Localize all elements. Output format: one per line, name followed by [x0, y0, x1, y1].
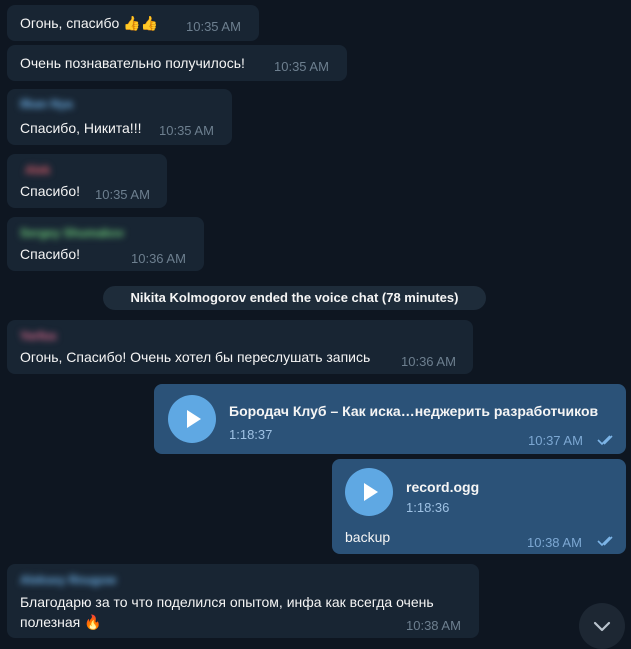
audio-caption: backup: [345, 529, 391, 545]
sender-name[interactable]: Yerfox: [20, 329, 57, 343]
audio-title: Бородач Клуб – Как иска…неджерить разраб…: [229, 403, 599, 419]
service-message: Nikita Kolmogorov ended the voice chat (…: [103, 286, 486, 310]
play-icon: [364, 483, 378, 501]
double-check-icon: [597, 536, 613, 547]
message-text: Спасибо!: [20, 183, 80, 199]
message-bubble[interactable]: Ilkan Nya Спасибо, Никита!!! 10:35 AM: [7, 89, 232, 145]
message-bubble[interactable]: Yerfox Огонь, Спасибо! Очень хотел бы пе…: [7, 320, 473, 374]
message-time: 10:38 AM: [527, 535, 582, 550]
message-text: Огонь, спасибо 👍👍: [20, 15, 159, 31]
message-time: 10:37 AM: [528, 433, 583, 448]
message-time: 10:36 AM: [401, 354, 456, 369]
chevron-down-icon: [593, 621, 611, 632]
play-button[interactable]: [345, 468, 393, 516]
message-text: полезная 🔥: [20, 614, 102, 630]
audio-duration: 1:18:37: [229, 427, 273, 442]
message-text: Огонь, Спасибо! Очень хотел бы переслуша…: [20, 349, 371, 365]
message-bubble[interactable]: Очень познавательно получилось! 10:35 AM: [7, 45, 347, 81]
audio-message[interactable]: record.ogg 1:18:36 backup 10:38 AM: [332, 459, 626, 554]
message-text: Очень познавательно получилось!: [20, 55, 245, 71]
message-time: 10:35 AM: [186, 19, 241, 34]
message-time: 10:36 AM: [131, 251, 186, 266]
sender-name[interactable]: Aleksey Rnugow: [20, 573, 116, 587]
double-check-icon: [597, 435, 613, 446]
sender-name[interactable]: Ilkan Nya: [20, 97, 73, 111]
message-time: 10:35 AM: [274, 59, 329, 74]
play-button[interactable]: [168, 395, 216, 443]
message-bubble[interactable]: Aleksey Rnugow Благодарю за то что подел…: [7, 564, 479, 638]
audio-title: record.ogg: [406, 479, 480, 495]
message-time: 10:35 AM: [159, 123, 214, 138]
scroll-down-button[interactable]: [579, 603, 625, 649]
message-bubble[interactable]: Огонь, спасибо 👍👍 10:35 AM: [7, 5, 259, 41]
message-time: 10:35 AM: [95, 187, 150, 202]
message-text: Спасибо!: [20, 246, 80, 262]
message-bubble[interactable]: Alek Спасибо! 10:35 AM: [7, 154, 167, 208]
audio-message[interactable]: Бородач Клуб – Как иска…неджерить разраб…: [154, 384, 626, 454]
message-text: Спасибо, Никита!!!: [20, 120, 142, 136]
sender-name[interactable]: Sergey Shumakov: [20, 226, 124, 240]
message-time: 10:38 AM: [406, 618, 461, 633]
sender-name[interactable]: Alek: [25, 163, 50, 177]
message-bubble[interactable]: Sergey Shumakov Спасибо! 10:36 AM: [7, 217, 204, 271]
play-icon: [187, 410, 201, 428]
audio-duration: 1:18:36: [406, 500, 450, 515]
message-text: Благодарю за то что поделился опытом, ин…: [20, 594, 434, 610]
